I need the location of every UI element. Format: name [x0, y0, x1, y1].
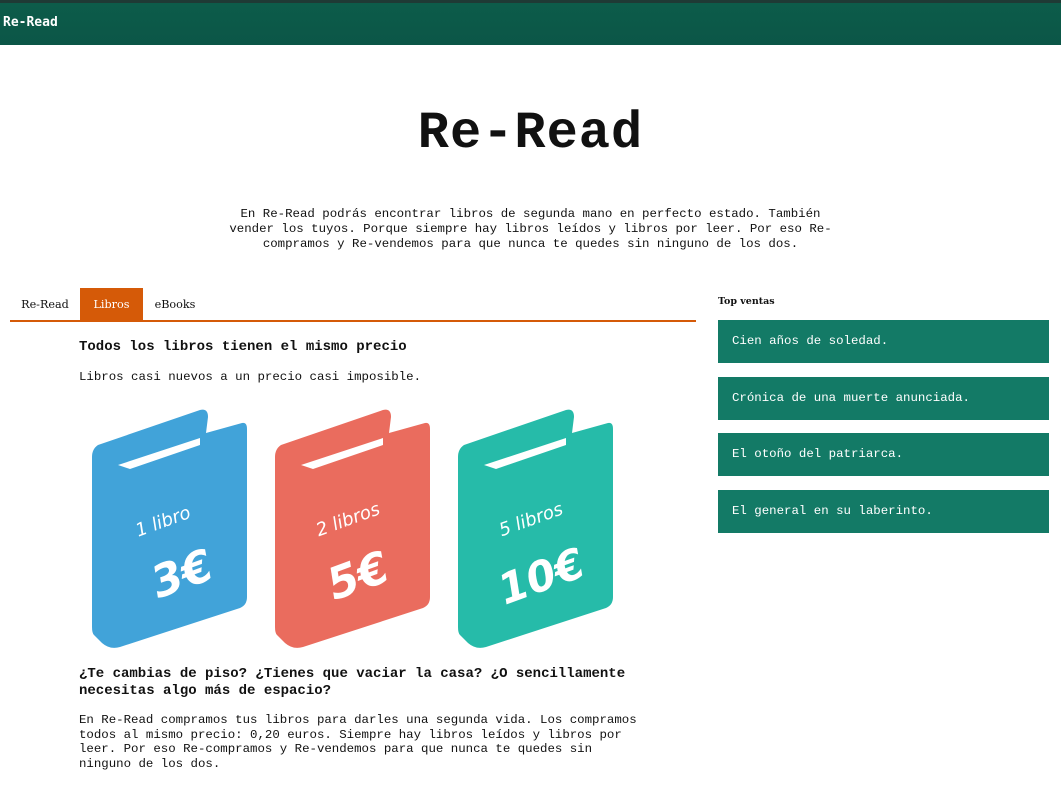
tab-ebooks[interactable]: eBooks [143, 288, 207, 320]
top-navbar: Re-Read [0, 0, 1061, 45]
section-paragraph: En Re-Read compramos tus libros para dar… [79, 713, 637, 771]
sidebar-item-cien-anos[interactable]: Cien años de soledad. [718, 320, 1049, 363]
section-subtitle: Libros casi nuevos a un precio casi impo… [79, 370, 422, 384]
hero-description: En Re-Read podrás encontrar libros de se… [229, 207, 832, 251]
sidebar-item-otono[interactable]: El otoño del patriarca. [718, 433, 1049, 476]
tab-re-read[interactable]: Re-Read [10, 288, 80, 320]
sidebar-item-cronica[interactable]: Crónica de una muerte anunciada. [718, 377, 1049, 420]
sidebar-item-general[interactable]: El general en su laberinto. [718, 490, 1049, 533]
section-heading-sell: ¿Te cambias de piso? ¿Tienes que vaciar … [79, 666, 626, 699]
page-title: Re-Read [417, 104, 644, 163]
tab-bar: Re-Read Libros eBooks [10, 288, 696, 322]
sidebar-title: Top ventas [718, 296, 775, 307]
book-2-icon: 2 libros 5€ [275, 409, 430, 648]
book-1-icon: 1 libro 3€ [92, 409, 247, 648]
brand-link[interactable]: Re-Read [3, 15, 58, 30]
tab-libros[interactable]: Libros [80, 288, 143, 320]
section-heading-price: Todos los libros tienen el mismo precio [79, 339, 407, 355]
book-3-icon: 5 libros 10€ [458, 409, 613, 648]
book-prices-illustration: 1 libro 3€ 2 libros 5€ 5 libros 10€ [92, 409, 613, 648]
